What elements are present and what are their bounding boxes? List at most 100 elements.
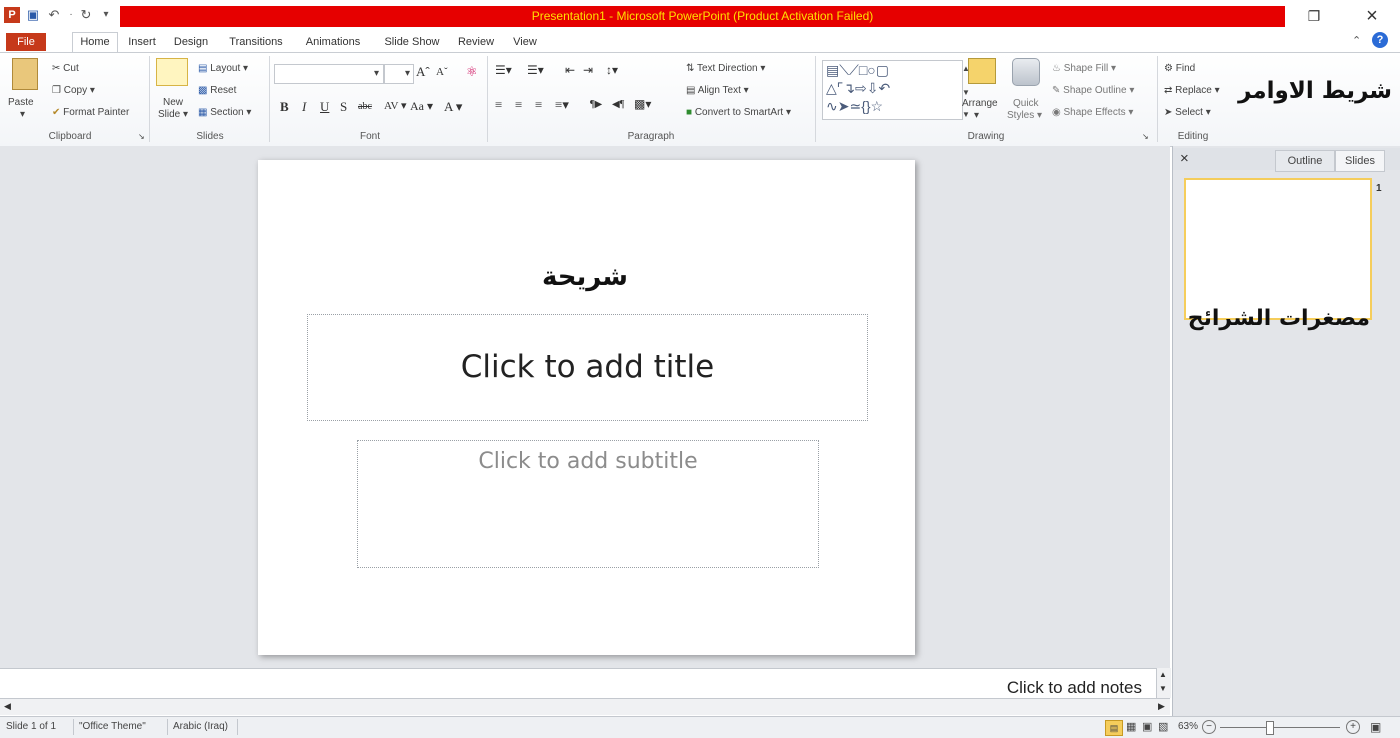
zoom-slider-thumb[interactable]	[1266, 721, 1274, 735]
subtitle-placeholder[interactable]: Click to add subtitle	[357, 440, 819, 568]
scroll-down-icon[interactable]: ▼	[1159, 684, 1167, 693]
find-button[interactable]: ⚙ Find	[1164, 62, 1195, 75]
save-icon[interactable]: ▣	[24, 6, 42, 24]
tab-slide-show[interactable]: Slide Show	[380, 33, 444, 51]
arrange-dropdown-icon[interactable]: ▾	[974, 109, 979, 122]
customize-icon[interactable]: ▾	[100, 6, 112, 24]
align-right-icon[interactable]: ≡	[535, 97, 542, 113]
redo-icon[interactable]: ↻	[78, 6, 94, 24]
bold-icon[interactable]: B	[280, 99, 289, 115]
paste-dropdown-icon[interactable]: ▾	[20, 108, 25, 121]
format-painter-button[interactable]: ✔ Format Painter	[52, 106, 129, 119]
new-slide-icon[interactable]	[156, 58, 188, 86]
slideshow-view-icon[interactable]: ▧	[1158, 720, 1168, 734]
close-pane-icon[interactable]: ×	[1180, 150, 1189, 167]
restore-icon[interactable]: ❐	[1294, 4, 1334, 28]
shape-outline-button[interactable]: ✎ Shape Outline ▾	[1052, 84, 1134, 97]
columns-icon[interactable]: ▩▾	[634, 97, 651, 112]
powerpoint-icon[interactable]: P	[4, 7, 20, 23]
shape-fill-button[interactable]: ♨ Shape Fill ▾	[1052, 62, 1116, 75]
section-icon: ▦	[198, 107, 208, 118]
arrange-button[interactable]: Arrange	[962, 97, 998, 110]
zoom-in-icon[interactable]: +	[1346, 720, 1360, 734]
fit-to-window-icon[interactable]: ▣	[1370, 720, 1381, 734]
tab-animations[interactable]: Animations	[302, 33, 364, 51]
close-icon[interactable]: ×	[1352, 4, 1392, 28]
minimize-ribbon-icon[interactable]: ⌃	[1352, 34, 1361, 47]
replace-button[interactable]: ⇄ Replace ▾	[1164, 84, 1220, 97]
convert-smartart-button[interactable]: ■ Convert to SmartArt ▾	[686, 106, 791, 119]
tab-view[interactable]: View	[510, 33, 540, 51]
zoom-level[interactable]: 63%	[1178, 720, 1198, 734]
tab-outline[interactable]: Outline	[1275, 150, 1335, 172]
cursor-icon: ➤	[1164, 107, 1173, 118]
font-name-combo[interactable]: ▾	[274, 64, 384, 84]
tab-review[interactable]: Review	[456, 33, 496, 51]
normal-view-icon[interactable]: ▤	[1105, 720, 1123, 736]
tab-slides[interactable]: Slides	[1335, 150, 1385, 172]
scroll-right-icon[interactable]: ▶	[1158, 701, 1165, 712]
slides-group-label: Slides	[196, 131, 224, 142]
layout-button[interactable]: ▤ Layout ▾	[198, 62, 248, 75]
slide-thumbnail[interactable]	[1184, 178, 1372, 320]
tab-design[interactable]: Design	[172, 33, 210, 51]
bullets-icon[interactable]: ☰▾	[495, 63, 512, 78]
strikethrough-icon[interactable]: abc	[358, 101, 372, 112]
paste-icon[interactable]	[12, 58, 38, 90]
decrease-indent-icon[interactable]: ⇤	[565, 63, 575, 78]
notes-pane[interactable]	[0, 668, 1156, 699]
tab-insert[interactable]: Insert	[124, 33, 160, 51]
title-placeholder[interactable]: Click to add title	[307, 314, 868, 421]
clipboard-launcher-icon[interactable]: ↘	[138, 130, 145, 143]
tab-file[interactable]: File	[6, 33, 46, 51]
increase-indent-icon[interactable]: ⇥	[583, 63, 593, 78]
select-button[interactable]: ➤ Select ▾	[1164, 106, 1211, 119]
shrink-font-icon[interactable]: Aˇ	[436, 66, 448, 78]
zoom-slider[interactable]	[1220, 727, 1340, 728]
reset-button[interactable]: ▩ Reset	[198, 84, 236, 97]
font-color-icon[interactable]: A ▾	[444, 99, 462, 115]
tab-transitions[interactable]: Transitions	[226, 33, 286, 51]
slide-sorter-icon[interactable]: ▦	[1126, 720, 1136, 734]
justify-icon[interactable]: ≡▾	[555, 97, 569, 113]
editing-group-label: Editing	[1177, 131, 1209, 142]
underline-icon[interactable]: U	[320, 99, 329, 115]
change-case-icon[interactable]: Aa ▾	[410, 99, 433, 114]
drawing-launcher-icon[interactable]: ↘	[1142, 130, 1149, 143]
clear-formatting-icon[interactable]: ⚛	[466, 64, 478, 80]
zoom-out-icon[interactable]: −	[1202, 720, 1216, 734]
undo-dropdown-icon[interactable]: ·	[66, 6, 76, 24]
quick-styles-button[interactable]: Styles ▾	[1007, 109, 1042, 122]
tab-home[interactable]: Home	[72, 32, 118, 52]
align-center-icon[interactable]: ≡	[515, 97, 522, 113]
quick-styles-icon[interactable]	[1012, 58, 1040, 86]
align-left-icon[interactable]: ≡	[495, 97, 502, 113]
arrange-icon[interactable]	[968, 58, 996, 84]
shapes-gallery[interactable]: ▤⟍⟋□○▢ △⌜↴⇨⇩↶ ∿➤≃{}☆	[822, 60, 963, 120]
scroll-left-icon[interactable]: ◀	[4, 701, 11, 712]
theme-name[interactable]: "Office Theme"	[79, 720, 146, 734]
new-slide-button[interactable]: Slide ▾	[158, 108, 188, 121]
language[interactable]: Arabic (Iraq)	[173, 720, 228, 734]
line-spacing-icon[interactable]: ↕▾	[606, 63, 618, 78]
section-button[interactable]: ▦ Section ▾	[198, 106, 251, 119]
scroll-up-icon[interactable]: ▲	[1159, 670, 1167, 679]
ltr-icon[interactable]: ¶▶	[590, 99, 602, 110]
horizontal-scrollbar[interactable]: ◀ ▶	[0, 698, 1170, 715]
help-icon[interactable]: ?	[1372, 32, 1388, 48]
shadow-icon[interactable]: S	[340, 99, 347, 115]
numbering-icon[interactable]: ☰▾	[527, 63, 544, 78]
rtl-icon[interactable]: ◀¶	[612, 99, 624, 110]
notes-scrollbar[interactable]: ▲ ▼	[1156, 668, 1171, 698]
italic-icon[interactable]: I	[302, 99, 306, 115]
font-size-combo[interactable]: ▾	[384, 64, 414, 84]
cut-button[interactable]: ✂ Cut	[52, 62, 79, 75]
copy-button[interactable]: ❐ Copy ▾	[52, 84, 95, 97]
grow-font-icon[interactable]: Aˆ	[416, 64, 430, 80]
shape-effects-button[interactable]: ◉ Shape Effects ▾	[1052, 106, 1133, 119]
char-spacing-icon[interactable]: AV ▾	[384, 99, 407, 112]
reading-view-icon[interactable]: ▣	[1142, 720, 1152, 734]
text-direction-button[interactable]: ⇅ Text Direction ▾	[686, 62, 765, 75]
undo-icon[interactable]: ↶	[46, 6, 62, 24]
align-text-button[interactable]: ▤ Align Text ▾	[686, 84, 749, 97]
